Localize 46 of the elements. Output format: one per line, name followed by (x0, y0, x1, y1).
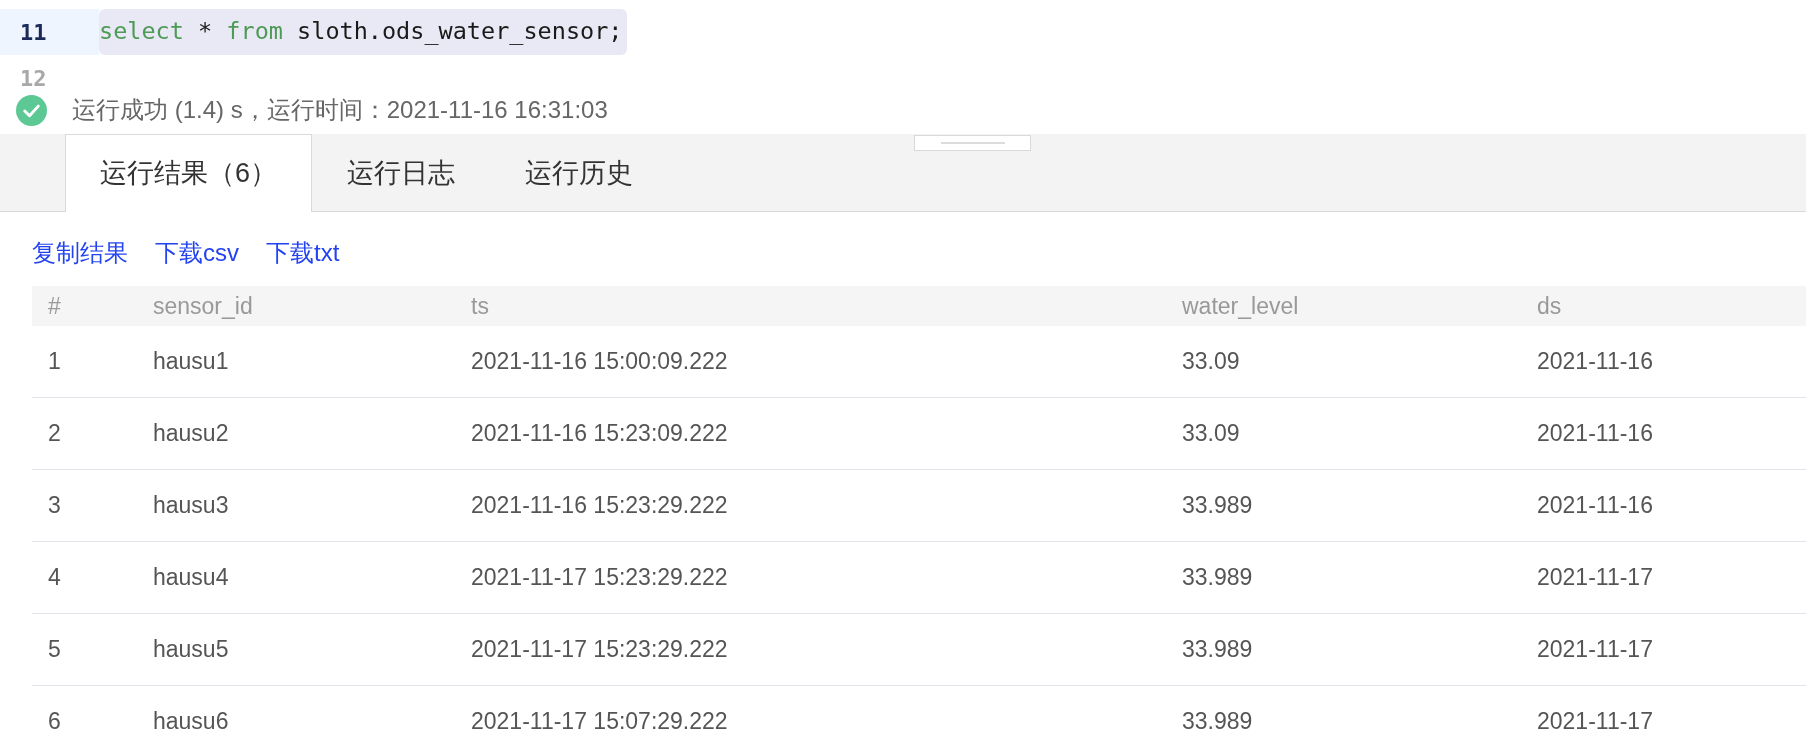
column-header: sensor_id (153, 291, 253, 321)
column-header: # (48, 291, 61, 321)
table-cell-text: 5 (48, 635, 61, 665)
table-cell-text: 2021-11-16 15:00:09.222 (471, 347, 728, 377)
column-header: ds (1537, 291, 1562, 321)
action-link[interactable]: 复制结果 (32, 240, 128, 266)
table-cell-text: 2021-11-17 15:23:29.222 (471, 563, 728, 593)
table-cell-text: 2021-11-16 (1537, 419, 1653, 449)
table-cell-text: 3 (48, 491, 61, 521)
table-cell-text: hausu5 (153, 635, 229, 665)
table-cell-text: 6 (48, 707, 61, 737)
tab[interactable]: 运行日志 (312, 134, 491, 212)
column-header: ts (471, 291, 489, 321)
action-link[interactable]: 下载txt (266, 240, 340, 266)
table-cell-text: 2021-11-16 15:23:29.222 (471, 491, 728, 521)
tab[interactable]: 运行结果（6） (65, 134, 313, 212)
table-cell-text: 1 (48, 347, 61, 377)
table-cell-text: 2021-11-16 (1537, 491, 1653, 521)
table-cell-text: 2 (48, 419, 61, 449)
table-cell-text: 33.09 (1182, 347, 1240, 377)
table-cell-text: 2021-11-17 15:23:29.222 (471, 635, 728, 665)
line-number: 12 (20, 64, 47, 93)
column-header: water_level (1182, 291, 1299, 321)
table-cell-text: 33.09 (1182, 419, 1240, 449)
table-cell-text: hausu3 (153, 491, 229, 521)
table-cell-text: 4 (48, 563, 61, 593)
status-message: 运行成功 (1.4) s，运行时间：2021-11-16 16:31:03 (72, 95, 608, 125)
table-cell-text: 33.989 (1182, 707, 1253, 737)
line-number: 11 (20, 18, 47, 47)
table-cell-text: 33.989 (1182, 563, 1253, 593)
table-cell-text: 2021-11-16 (1537, 347, 1653, 377)
check-circle-icon (16, 94, 47, 126)
table-cell-text: hausu1 (153, 347, 229, 377)
table-cell-text: hausu6 (153, 707, 229, 737)
action-link[interactable]: 下载csv (155, 240, 239, 266)
table-cell-text: 2021-11-17 (1537, 563, 1653, 593)
table-cell-text: hausu4 (153, 563, 229, 593)
table-cell-text: 33.989 (1182, 635, 1253, 665)
table-cell-text: 33.989 (1182, 491, 1253, 521)
tab[interactable]: 运行历史 (490, 134, 669, 212)
table-cell-text: hausu2 (153, 419, 229, 449)
table-cell-text: 2021-11-17 (1537, 707, 1653, 737)
resize-handle[interactable] (914, 135, 1031, 151)
table-cell-text: 2021-11-16 15:23:09.222 (471, 419, 728, 449)
table-cell-text: 2021-11-17 (1537, 635, 1653, 665)
table-cell-text: 2021-11-17 15:07:29.222 (471, 707, 728, 737)
